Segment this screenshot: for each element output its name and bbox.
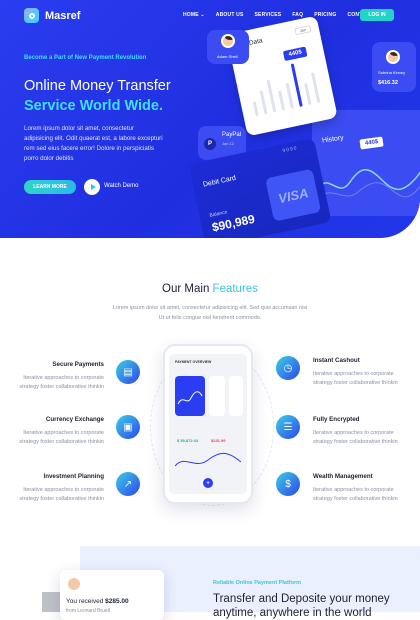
received-card: You received $285.00 from Leonard Bruell [60,570,164,620]
avatar [221,34,235,48]
nav-home[interactable]: HOME ⌄ [183,12,205,18]
sabrina-amount: $416.32 [378,80,398,86]
month-dropdown[interactable]: Jan [294,25,312,36]
brand-name: Masref [45,9,81,22]
feature-fully-encrypted: Fully Encrypted Iterative approaches to … [313,416,398,445]
bar [304,82,312,106]
history-title: History [321,134,345,145]
history-line-chart [318,169,420,199]
brand-logo[interactable]: Masref [24,8,80,23]
features-description: Lorem ipsum dolor sit amet, consectetur … [112,305,308,321]
hero-title-line2: Service World Wide. [24,98,164,114]
phone-add-button[interactable]: + [203,478,213,488]
features-title: Our Main Features [162,283,258,295]
paypal-icon: P [204,138,216,150]
feature-instant-cashout: Instant Cashout Iterative approaches to … [313,357,398,386]
hero-title-line1: Online Money Transfer [24,78,171,94]
server-icon: ☰ [276,415,300,439]
nav-faq[interactable]: FAQ [292,12,303,18]
bar [310,72,321,104]
feature-investment-planning: Investment Planning Iterative approaches… [19,473,104,502]
phone-card-white [229,376,243,416]
history-card: History 440$ [312,110,420,216]
feature-wealth-management: Wealth Management Iterative approaches t… [313,473,398,502]
play-icon[interactable] [84,179,100,195]
phone-card-blue [175,376,205,416]
hero-section: Masref HOME ⌄ ABOUT US SERVICES FAQ PRIC… [0,0,420,238]
history-badge: 440$ [359,136,384,150]
avatar [68,578,80,590]
phone-card-chart [177,391,203,405]
visa-logo: VISA [265,168,322,222]
transfer-heading: Transfer and Deposite your money anytime… [213,593,390,619]
money-bag-icon: $ [276,472,300,496]
bar [266,79,277,113]
wallet-icon: ▤ [116,360,140,384]
bar [285,82,294,109]
my-data-bar-chart [246,57,324,117]
watch-demo-link[interactable]: Watch Demo [104,183,138,189]
login-button[interactable]: LOG IN [360,9,394,21]
phone-value-2: $231.99 [211,438,226,443]
platform-label: Reliable Online Payment Platform [213,580,302,586]
chart-up-icon: ↗ [116,472,140,496]
paypal-title: PayPal [222,132,242,138]
avatar [386,50,400,64]
phone-card-white [209,376,225,416]
learn-more-button[interactable]: LEARN MORE [24,180,76,194]
card-number: 9090 [282,145,299,155]
paypal-date: Jan 12 [222,141,235,146]
bar [259,90,268,115]
phone-mockup: PAYMENT OVERVIEW $ 59,872.03 $231.99 + [163,344,253,504]
debit-card-title: Debit Card [202,174,237,189]
phone-value-1: $ 59,872.03 [177,438,199,443]
sabrina-name: Sabrina Kinney [378,70,406,75]
received-text: You received $285.00 [66,598,129,605]
nav-pricing[interactable]: PRICING [314,12,336,18]
adam-name: Adam Shell [217,54,238,59]
nav-services[interactable]: SERVICES [255,12,282,18]
phone-wave-chart [175,453,241,467]
logo-icon [24,8,39,23]
monitor-chart-icon: ▣ [116,415,140,439]
hero-tagline: Become a Part of New Payment Revolution [24,55,147,61]
received-from: from Leonard Bruell [66,608,110,614]
hero-paragraph: Lorem ipsum dolor sit amet, consectetur … [24,125,163,162]
adam-profile-card: Adam Shell [207,30,249,64]
background-image [42,592,60,612]
bar [278,90,286,111]
nav-about[interactable]: ABOUT US [216,12,244,18]
feature-secure-payments: Secure Payments Iterative approaches to … [19,361,104,390]
clock-icon: ◷ [276,356,300,380]
bar [252,101,259,117]
phone-header: PAYMENT OVERVIEW [175,360,212,364]
main-nav: HOME ⌄ ABOUT US SERVICES FAQ PRICING CON… [183,12,373,18]
sabrina-profile-card: Sabrina Kinney $416.32 [372,42,416,92]
phone-screen: PAYMENT OVERVIEW $ 59,872.03 $231.99 + [169,354,247,494]
chevron-down-icon: ⌄ [200,12,205,18]
feature-currency-exchange: Currency Exchange Iterative approaches t… [19,416,104,445]
